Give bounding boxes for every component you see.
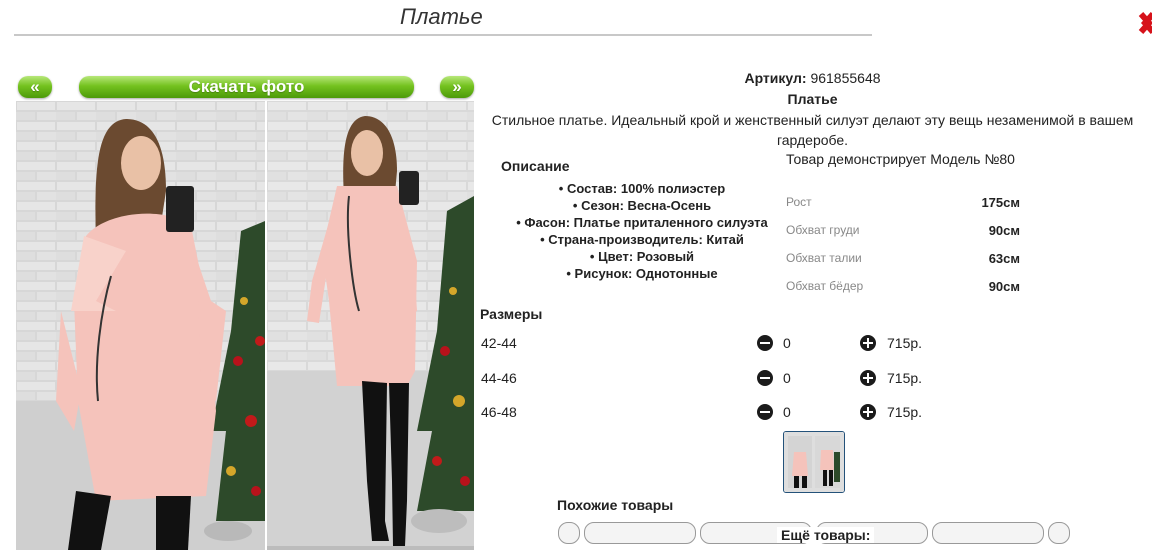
similar-tab[interactable]: [584, 522, 696, 544]
measurement-value: 63см: [988, 251, 1020, 266]
minus-icon[interactable]: [757, 404, 773, 420]
measurement-label: Рост: [786, 195, 812, 209]
product-name: Платье: [787, 91, 838, 107]
measurement-label: Обхват груди: [786, 223, 860, 237]
quantity-value: 0: [783, 370, 791, 386]
model-note: Товар демонстрирует Модель №80: [786, 151, 1015, 167]
next-photo-button[interactable]: »: [440, 76, 474, 98]
detail-item: • Цвет: Розовый: [589, 249, 695, 264]
similar-tab[interactable]: [932, 522, 1044, 544]
more-products-heading: Ещё товары:: [777, 527, 875, 543]
product-photo-front[interactable]: [16, 101, 265, 550]
page-title: Платье: [400, 4, 483, 29]
price: 715р.: [887, 370, 923, 386]
measurement-value: 90см: [988, 223, 1020, 238]
size-label: 44-46: [481, 370, 517, 386]
price: 715р.: [887, 335, 923, 351]
plus-icon[interactable]: [860, 404, 876, 420]
measurement-value: 90см: [988, 279, 1020, 294]
sizes-heading: Размеры: [480, 306, 543, 322]
quantity-value: 0: [783, 335, 791, 351]
download-photo-button[interactable]: Скачать фото: [79, 76, 414, 98]
article-value: 961855648: [810, 70, 881, 86]
measurement-label: Обхват талии: [786, 251, 862, 265]
similar-next-tab[interactable]: [1048, 522, 1070, 544]
article-line: Артикул: 961855648: [480, 70, 1145, 86]
detail-item: • Рисунок: Однотонные: [566, 266, 718, 281]
details-list: • Состав: 100% полиэстер • Сезон: Весна-…: [480, 180, 804, 282]
plus-icon[interactable]: [860, 370, 876, 386]
minus-icon[interactable]: [757, 335, 773, 351]
product-description: Стильное платье. Идеальный крой и женств…: [491, 112, 1134, 148]
details-heading: Описание: [501, 158, 570, 174]
size-label: 46-48: [481, 404, 517, 420]
measurement-value: 175см: [981, 195, 1020, 210]
price: 715р.: [887, 404, 923, 420]
title-divider: [14, 34, 872, 36]
close-icon[interactable]: [1137, 8, 1152, 38]
quantity-value: 0: [783, 404, 791, 420]
photo-thumbnail[interactable]: [783, 431, 845, 493]
size-label: 42-44: [481, 335, 517, 351]
detail-item: • Сезон: Весна-Осень: [572, 198, 712, 213]
similar-products-heading: Похожие товары: [557, 497, 674, 513]
detail-item: • Состав: 100% полиэстер: [558, 181, 726, 196]
similar-prev-tab[interactable]: [558, 522, 580, 544]
minus-icon[interactable]: [757, 370, 773, 386]
product-photo-side[interactable]: [267, 101, 474, 550]
plus-icon[interactable]: [860, 335, 876, 351]
article-label: Артикул:: [744, 70, 807, 86]
detail-item: • Страна-производитель: Китай: [540, 232, 744, 247]
prev-photo-button[interactable]: «: [18, 76, 52, 98]
detail-item: • Фасон: Платье приталенного силуэта: [516, 215, 768, 230]
measurement-label: Обхват бёдер: [786, 279, 864, 293]
